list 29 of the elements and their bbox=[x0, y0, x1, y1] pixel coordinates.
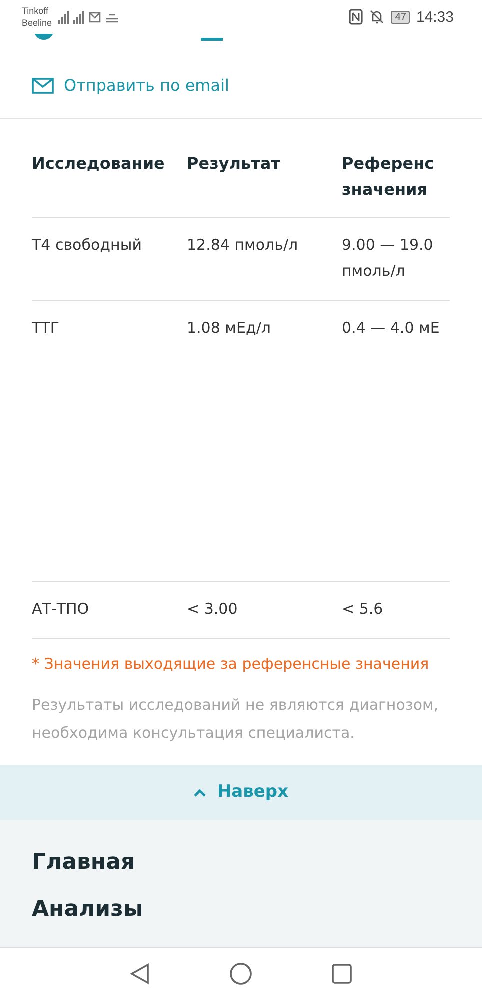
footnote: * Значения выходящие за референсные значения bbox=[32, 654, 430, 672]
table-cell-text: 0.4 — 4.0 мЕ bbox=[342, 318, 441, 338]
carrier-name: Beeline bbox=[22, 17, 52, 29]
carrier-name: Tinkoff bbox=[22, 5, 50, 17]
bell-off-icon bbox=[369, 9, 386, 25]
table-cell-text: АТ-ТПО bbox=[32, 598, 90, 620]
table-cell-text: 12.84 пмоль/л bbox=[187, 234, 300, 256]
home-icon[interactable] bbox=[230, 963, 252, 985]
column-header: Референс значения bbox=[342, 152, 436, 200]
table-cell-text: 9.00 — 19.0 пмоль/л bbox=[342, 234, 434, 282]
column-header: Результат bbox=[187, 152, 282, 174]
table-cell-text: < 5.6 bbox=[342, 598, 384, 620]
recent-apps-icon[interactable] bbox=[332, 964, 352, 984]
battery-icon: 47 bbox=[391, 10, 410, 24]
email-link[interactable]: Отправить по email bbox=[32, 76, 230, 95]
disclaimer: Результаты исследований не являются диагнозом, необходима консультация специалиста. bbox=[32, 694, 440, 744]
chevron-up-icon bbox=[193, 788, 208, 796]
clock: 14:33 bbox=[416, 8, 454, 26]
back-icon[interactable] bbox=[130, 963, 150, 985]
table-cell-text: 1.08 мЕд/л bbox=[187, 318, 272, 338]
table-cell-text: Т4 свободный bbox=[32, 234, 143, 256]
footer-menu-item[interactable]: Анализы bbox=[32, 896, 450, 922]
envelope-icon bbox=[32, 78, 54, 94]
signal-icon bbox=[58, 10, 120, 24]
footer-menu-item[interactable]: Главная bbox=[32, 850, 450, 874]
table-cell-text: < 3.00 bbox=[187, 598, 239, 620]
nfc-icon bbox=[349, 9, 364, 25]
table-cell-text: ТТГ bbox=[32, 318, 60, 338]
column-header: Исследование bbox=[32, 152, 166, 174]
